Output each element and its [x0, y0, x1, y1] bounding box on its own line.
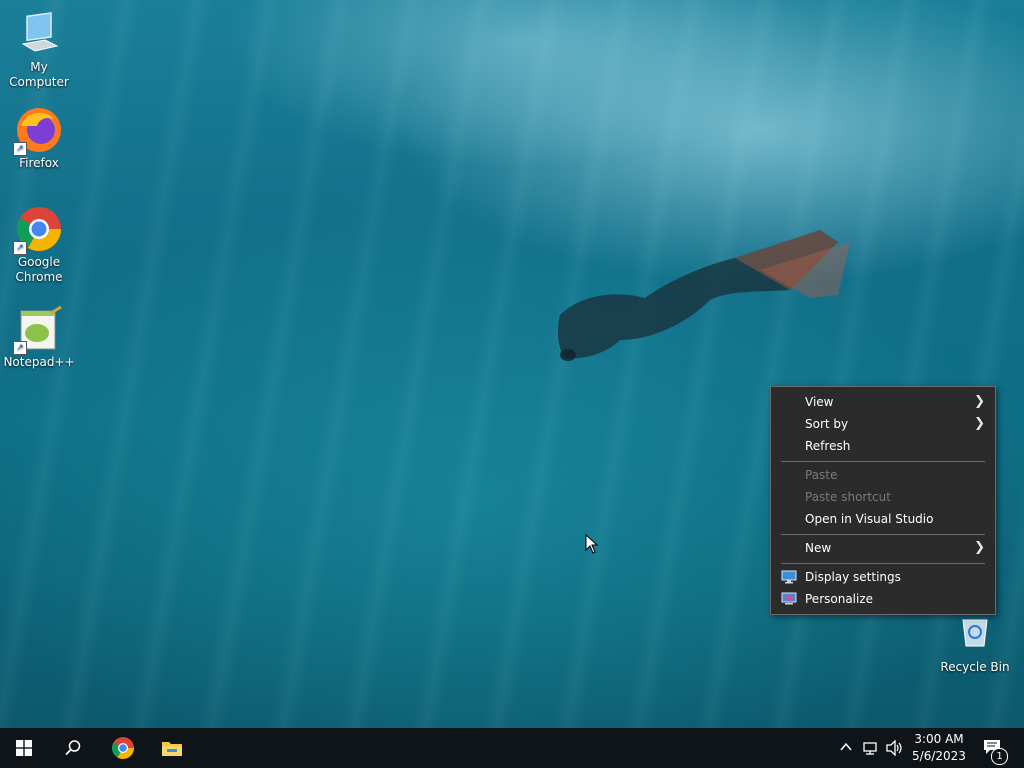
- clock[interactable]: 3:00 AM 5/6/2023: [910, 728, 968, 768]
- menu-item-refresh[interactable]: Refresh: [771, 435, 995, 457]
- menu-item-paste[interactable]: Paste: [771, 464, 995, 486]
- computer-icon: [15, 10, 63, 58]
- network-icon: [863, 742, 877, 755]
- search-button[interactable]: [48, 728, 96, 768]
- menu-item-view[interactable]: View ❯: [771, 391, 995, 413]
- recycle-bin-icon: [951, 610, 999, 658]
- menu-item-label: Paste: [805, 468, 838, 482]
- personalize-icon: [781, 592, 797, 605]
- menu-separator: [781, 563, 985, 564]
- show-hidden-icons-button[interactable]: [836, 728, 856, 768]
- notification-count-badge: 1: [991, 748, 1008, 765]
- desktop-icon-label: Google Chrome: [15, 255, 63, 284]
- menu-item-label: Personalize: [805, 592, 874, 606]
- menu-item-label: Refresh: [805, 439, 851, 453]
- shortcut-arrow-icon: ↗: [13, 142, 27, 156]
- menu-item-open-in-visual-studio[interactable]: Open in Visual Studio: [771, 508, 995, 530]
- desktop-icon-chrome[interactable]: ↗ Google Chrome: [0, 205, 78, 285]
- wallpaper-rays: [0, 0, 1024, 730]
- desktop-icon-label: My Computer: [9, 60, 69, 89]
- menu-item-label: Sort by: [805, 417, 849, 431]
- shortcut-arrow-icon: ↗: [13, 241, 27, 255]
- action-center-button[interactable]: 1: [978, 728, 1018, 768]
- taskbar-chrome-button[interactable]: [98, 728, 146, 768]
- menu-item-label: Open in Visual Studio: [805, 512, 934, 526]
- menu-item-label: New: [805, 541, 832, 555]
- desktop-context-menu: View ❯ Sort by ❯ Refresh Paste Paste sho…: [770, 386, 996, 615]
- desktop-icon-label: Notepad++: [3, 355, 75, 369]
- wallpaper-swimmer: [557, 230, 850, 361]
- chrome-icon: ↗: [13, 205, 63, 255]
- menu-item-sort-by[interactable]: Sort by ❯: [771, 413, 995, 435]
- menu-item-label: Display settings: [805, 570, 901, 584]
- clock-date: 5/6/2023: [912, 749, 966, 763]
- network-button[interactable]: [860, 728, 882, 768]
- clock-time: 3:00 AM: [914, 732, 964, 746]
- desktop-icon-firefox[interactable]: ↗ Firefox: [0, 106, 78, 171]
- menu-separator: [781, 534, 985, 535]
- menu-item-display-settings[interactable]: Display settings: [771, 566, 995, 588]
- taskbar-file-explorer-button[interactable]: [148, 728, 196, 768]
- desktop-icon-recycle-bin[interactable]: Recycle Bin: [936, 610, 1014, 675]
- desktop-icon-my-computer[interactable]: My Computer: [0, 10, 78, 90]
- menu-item-new[interactable]: New ❯: [771, 537, 995, 559]
- start-button[interactable]: [0, 728, 48, 768]
- file-explorer-icon: [162, 742, 182, 756]
- menu-item-paste-shortcut[interactable]: Paste shortcut: [771, 486, 995, 508]
- shortcut-arrow-icon: ↗: [13, 341, 27, 355]
- search-icon: [65, 740, 81, 756]
- menu-item-label: View: [805, 395, 834, 409]
- desktop-icon-label: Recycle Bin: [940, 660, 1010, 674]
- menu-item-personalize[interactable]: Personalize: [771, 588, 995, 610]
- desktop-icon-notepadpp[interactable]: ↗ Notepad++: [0, 305, 78, 370]
- menu-item-label: Paste shortcut: [805, 490, 891, 504]
- firefox-icon: ↗: [13, 106, 63, 156]
- volume-button[interactable]: [884, 728, 906, 768]
- notepadpp-icon: ↗: [13, 305, 63, 355]
- desktop-icon-label: Firefox: [19, 156, 59, 170]
- chevron-up-icon: [840, 742, 852, 751]
- windows-icon: [16, 740, 32, 756]
- chevron-right-icon: ❯: [974, 394, 985, 409]
- chevron-right-icon: ❯: [974, 416, 985, 431]
- taskbar: 3:00 AM 5/6/2023 1: [0, 728, 1024, 768]
- chevron-right-icon: ❯: [974, 540, 985, 555]
- display-icon: [781, 570, 797, 584]
- menu-separator: [781, 461, 985, 462]
- chrome-icon: [112, 737, 134, 759]
- speaker-icon: [886, 740, 902, 756]
- mouse-cursor-icon: [585, 534, 599, 554]
